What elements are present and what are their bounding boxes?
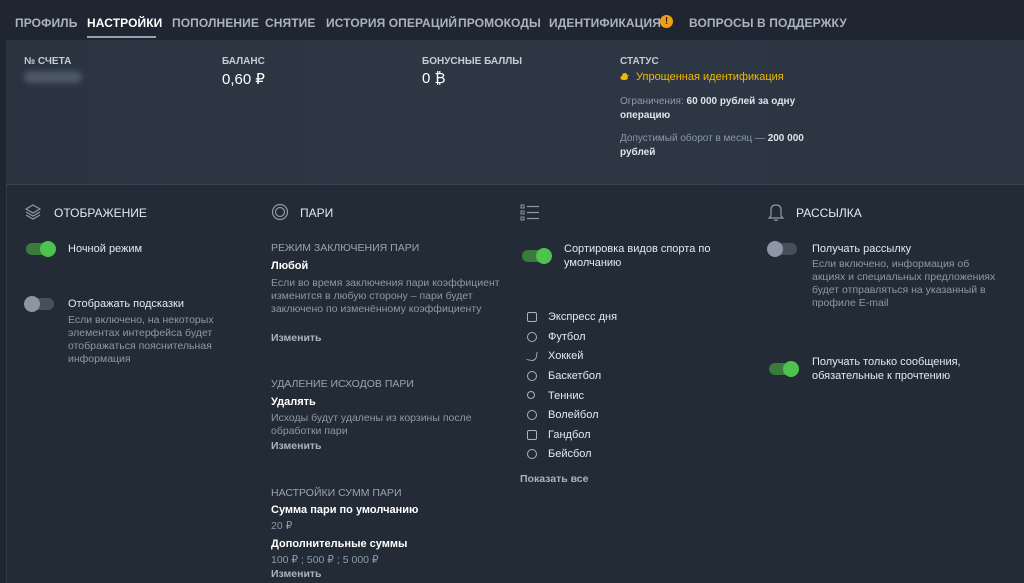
hints-toggle[interactable] (24, 296, 54, 312)
extra-sums-value: 100 ₽ ; 500 ₽ ; 5 000 ₽ (271, 554, 379, 566)
limit-text: Ограничения: 60 000 рублей за одну опера… (620, 96, 796, 121)
volleyball-icon (527, 410, 537, 420)
mailing-label: Получать рассылку (812, 243, 912, 255)
show-all-sports-link[interactable]: Показать все (520, 473, 589, 485)
basketball-icon (527, 371, 537, 381)
bet-mode-change-link[interactable]: Изменить (271, 332, 322, 344)
bell-icon (767, 204, 785, 222)
duck-icon (620, 73, 629, 80)
tab-identification[interactable]: Идентификация (549, 16, 661, 30)
balance-value: 0,60 ₽ (222, 71, 265, 88)
top-nav: Профиль Настройки Пополнение Снятие Исто… (0, 0, 1024, 40)
display-title: Отображение (54, 206, 147, 220)
sports-sort-toggle[interactable] (522, 248, 552, 264)
bonus-value: 0 ₿ (422, 70, 446, 87)
mailing-toggle[interactable] (767, 241, 797, 257)
list-icon (520, 204, 539, 221)
bet-mode-description: Если во время заключения пари коэффициен… (271, 277, 500, 315)
turnover-text: Допустимый оборот в месяц — 200 000 рубл… (620, 133, 804, 158)
account-number-label: № счета (24, 56, 72, 67)
status-value[interactable]: Упрощенная идентификация (620, 71, 784, 83)
baseball-icon (527, 449, 537, 459)
layers-icon (24, 204, 42, 220)
bet-mode-caption: Режим заключения пари (271, 242, 420, 254)
remove-outcomes-description: Исходы будут удалены из корзины после об… (271, 412, 472, 437)
night-mode-toggle[interactable] (26, 241, 56, 257)
tab-support[interactable]: Вопросы в поддержку (689, 16, 847, 30)
tab-settings[interactable]: Настройки (87, 16, 162, 30)
mailing-description: Если включено, информация об акциях и сп… (812, 258, 996, 309)
account-number-hidden (24, 71, 82, 83)
balance-label: Баланс (222, 56, 265, 67)
football-icon (527, 332, 537, 342)
hints-label: Отображать подсказки (68, 298, 184, 310)
tab-profile[interactable]: Профиль (15, 16, 77, 30)
tennis-icon (527, 391, 535, 399)
warning-icon: ! (660, 15, 673, 28)
bet-sums-change-link[interactable]: Изменить (271, 568, 322, 580)
night-mode-label: Ночной режим (68, 243, 143, 255)
hints-description: Если включено, на некоторых элементах ин… (68, 314, 214, 365)
tab-history[interactable]: История операций (326, 16, 457, 30)
tab-withdrawal[interactable]: Снятие (265, 16, 316, 30)
mandatory-messages-toggle[interactable] (769, 361, 799, 377)
mandatory-messages-label: Получать только сообщения, обязательные … (812, 356, 961, 382)
remove-outcomes-caption: Удаление исходов пари (271, 378, 414, 390)
tab-deposit[interactable]: Пополнение (172, 16, 259, 30)
status-label: Статус (620, 56, 659, 67)
sports-sort-label: Сортировка видов спорта по умолчанию (564, 243, 711, 269)
bonus-label: Бонусные баллы (422, 56, 523, 67)
default-sum-label: Сумма пари по умолчанию (271, 504, 419, 516)
extra-sums-label: Дополнительные суммы (271, 538, 408, 550)
default-sum-value: 20 ₽ (271, 520, 293, 532)
remove-outcomes-change-link[interactable]: Изменить (271, 440, 322, 452)
bet-sums-caption: Настройки сумм пари (271, 487, 402, 499)
bet-mode-value: Любой (271, 260, 309, 272)
mailing-title: Рассылка (796, 206, 862, 220)
bets-title: Пари (300, 206, 334, 220)
calendar-icon (527, 312, 537, 322)
active-tab-indicator (87, 36, 156, 38)
handball-icon (527, 430, 537, 440)
tab-promocodes[interactable]: Промокоды (458, 16, 541, 30)
remove-outcomes-value: Удалять (271, 396, 316, 408)
target-icon (271, 203, 289, 221)
